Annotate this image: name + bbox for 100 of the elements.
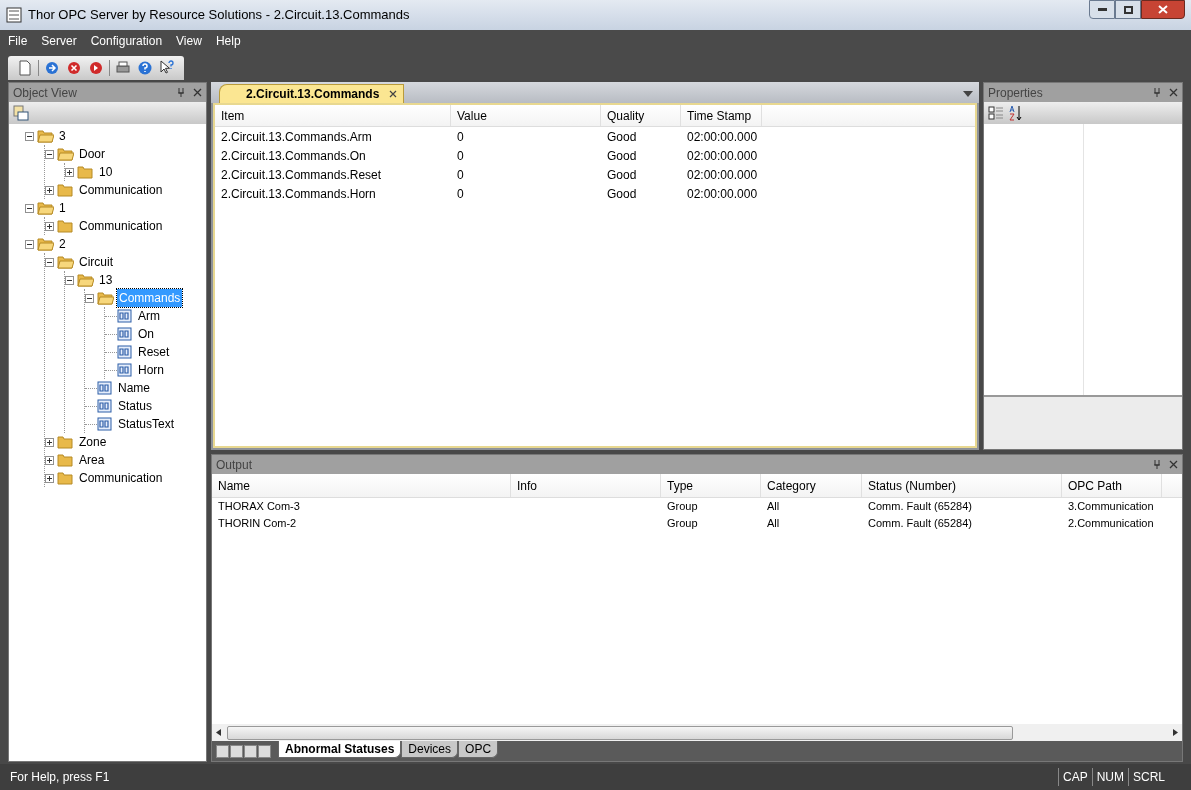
close-icon	[1158, 5, 1168, 14]
folder-icon	[37, 201, 54, 215]
maximize-button[interactable]	[1115, 0, 1141, 19]
tree-item[interactable]: 1	[57, 199, 68, 217]
tree-item[interactable]: 10	[97, 163, 115, 181]
tab-scroll-button[interactable]	[244, 744, 257, 758]
collapse-icon[interactable]	[45, 149, 54, 159]
status-indicator: CAP	[1057, 768, 1092, 786]
tree-item[interactable]: On	[136, 325, 156, 343]
minimize-button[interactable]	[1089, 0, 1115, 19]
table-cell-text: 02:00:00.000	[686, 185, 759, 203]
table-cell-text: Good	[606, 166, 638, 184]
column-header[interactable]: Info	[511, 474, 661, 497]
new-document-icon[interactable]	[17, 60, 33, 76]
collapse-icon[interactable]	[25, 131, 34, 141]
tree-item[interactable]: Area	[77, 451, 107, 469]
close-icon[interactable]	[1169, 460, 1178, 469]
tree-item[interactable]: Arm	[136, 307, 162, 325]
print-icon[interactable]	[115, 60, 131, 76]
tree-item[interactable]: Communication	[77, 181, 165, 199]
column-header[interactable]: OPC Path	[1062, 474, 1162, 497]
menu-item[interactable]: File	[8, 32, 28, 50]
close-icon[interactable]	[1169, 88, 1178, 97]
help-icon[interactable]	[137, 60, 153, 76]
column-header[interactable]: Time Stamp	[681, 105, 762, 126]
pin-icon[interactable]	[1153, 460, 1161, 469]
pin-icon[interactable]	[1153, 88, 1161, 97]
expand-icon[interactable]	[45, 473, 54, 483]
tree-item[interactable]: Zone	[77, 433, 109, 451]
table-cell-text: 3.Communication	[1067, 499, 1155, 515]
dropdown-arrow-icon[interactable]	[963, 91, 973, 97]
folder-icon	[77, 273, 94, 287]
close-icon[interactable]	[389, 90, 398, 98]
close-icon[interactable]	[193, 88, 202, 97]
expand-icon[interactable]	[45, 185, 54, 195]
sheet-tab[interactable]: Abnormal Statuses	[278, 741, 402, 758]
column-header[interactable]: Item	[215, 105, 451, 126]
folder-icon	[57, 453, 74, 467]
tree-item[interactable]: Communication	[77, 469, 165, 487]
expand-icon[interactable]	[45, 221, 54, 231]
sheet-tab[interactable]: OPC	[458, 741, 499, 758]
tree-item[interactable]: Horn	[136, 361, 166, 379]
tree-item[interactable]: StatusText	[116, 415, 177, 433]
tab-scroll-button[interactable]	[230, 744, 243, 758]
tree-item[interactable]: 2	[57, 235, 68, 253]
menu-item[interactable]: Configuration	[90, 32, 163, 50]
column-header[interactable]: Value	[451, 105, 601, 126]
tree-item[interactable]: Communication	[77, 217, 165, 235]
menu-item[interactable]: Server	[41, 32, 77, 50]
categorized-icon[interactable]	[988, 105, 1004, 121]
column-header[interactable]: Status (Number)	[862, 474, 1062, 497]
tag-icon	[117, 363, 133, 377]
panel-title: Properties	[988, 84, 1044, 102]
tree-item[interactable]: 3	[57, 127, 68, 145]
arrow-right-icon[interactable]	[44, 60, 60, 76]
sort-alphabetical-icon[interactable]	[1008, 105, 1024, 121]
close-button[interactable]	[1141, 0, 1185, 19]
collapse-icon[interactable]	[45, 257, 54, 267]
column-header[interactable]: Quality	[601, 105, 681, 126]
tree-item[interactable]: Door	[77, 145, 107, 163]
play-circle-icon[interactable]	[88, 60, 104, 76]
expand-icon[interactable]	[45, 455, 54, 465]
tag-icon	[97, 399, 113, 413]
pointer-help-icon[interactable]	[159, 60, 175, 76]
stop-icon[interactable]	[66, 60, 82, 76]
collapse-icon[interactable]	[25, 239, 34, 249]
document-tab[interactable]: 2.Circuit.13.Commands	[219, 84, 405, 103]
tree-view-icon[interactable]	[13, 105, 29, 121]
expand-icon[interactable]	[65, 167, 74, 177]
tree-item[interactable]: Circuit	[77, 253, 115, 271]
scroll-right-icon[interactable]	[1173, 729, 1178, 736]
tree-item[interactable]: 13	[97, 271, 115, 289]
expand-icon[interactable]	[45, 437, 54, 447]
menu-item[interactable]: Help	[215, 32, 241, 50]
tree-item[interactable]: Status	[116, 397, 155, 415]
table-cell-text: 2.Circuit.13.Commands.On	[220, 147, 367, 165]
column-header[interactable]: Type	[661, 474, 761, 497]
table-cell-text: Comm. Fault (65284)	[867, 516, 973, 532]
tree-item[interactable]: Name	[116, 379, 152, 397]
horizontal-scrollbar[interactable]	[212, 724, 1182, 741]
sheet-tab[interactable]: Devices	[401, 741, 459, 758]
collapse-icon[interactable]	[85, 293, 94, 303]
tree-item[interactable]: Reset	[136, 343, 172, 361]
table-cell-text: 0	[456, 147, 465, 165]
table-cell-text: 0	[456, 128, 465, 146]
folder-icon	[37, 129, 54, 143]
table-cell-text: 2.Circuit.13.Commands.Reset	[220, 166, 383, 184]
column-header[interactable]: Name	[212, 474, 511, 497]
table-cell-text: 2.Communication	[1067, 516, 1155, 532]
collapse-icon[interactable]	[25, 203, 34, 213]
table-cell-text: All	[766, 499, 781, 515]
tab-scroll-button[interactable]	[258, 744, 271, 758]
menu-item[interactable]: View	[176, 32, 202, 50]
collapse-icon[interactable]	[65, 275, 74, 285]
tab-scroll-button[interactable]	[216, 744, 229, 758]
column-header[interactable]: Category	[761, 474, 862, 497]
scroll-left-icon[interactable]	[216, 729, 221, 736]
pin-icon[interactable]	[177, 88, 185, 97]
table-cell-text: THORAX Com-3	[217, 499, 301, 515]
tag-icon	[97, 381, 113, 395]
